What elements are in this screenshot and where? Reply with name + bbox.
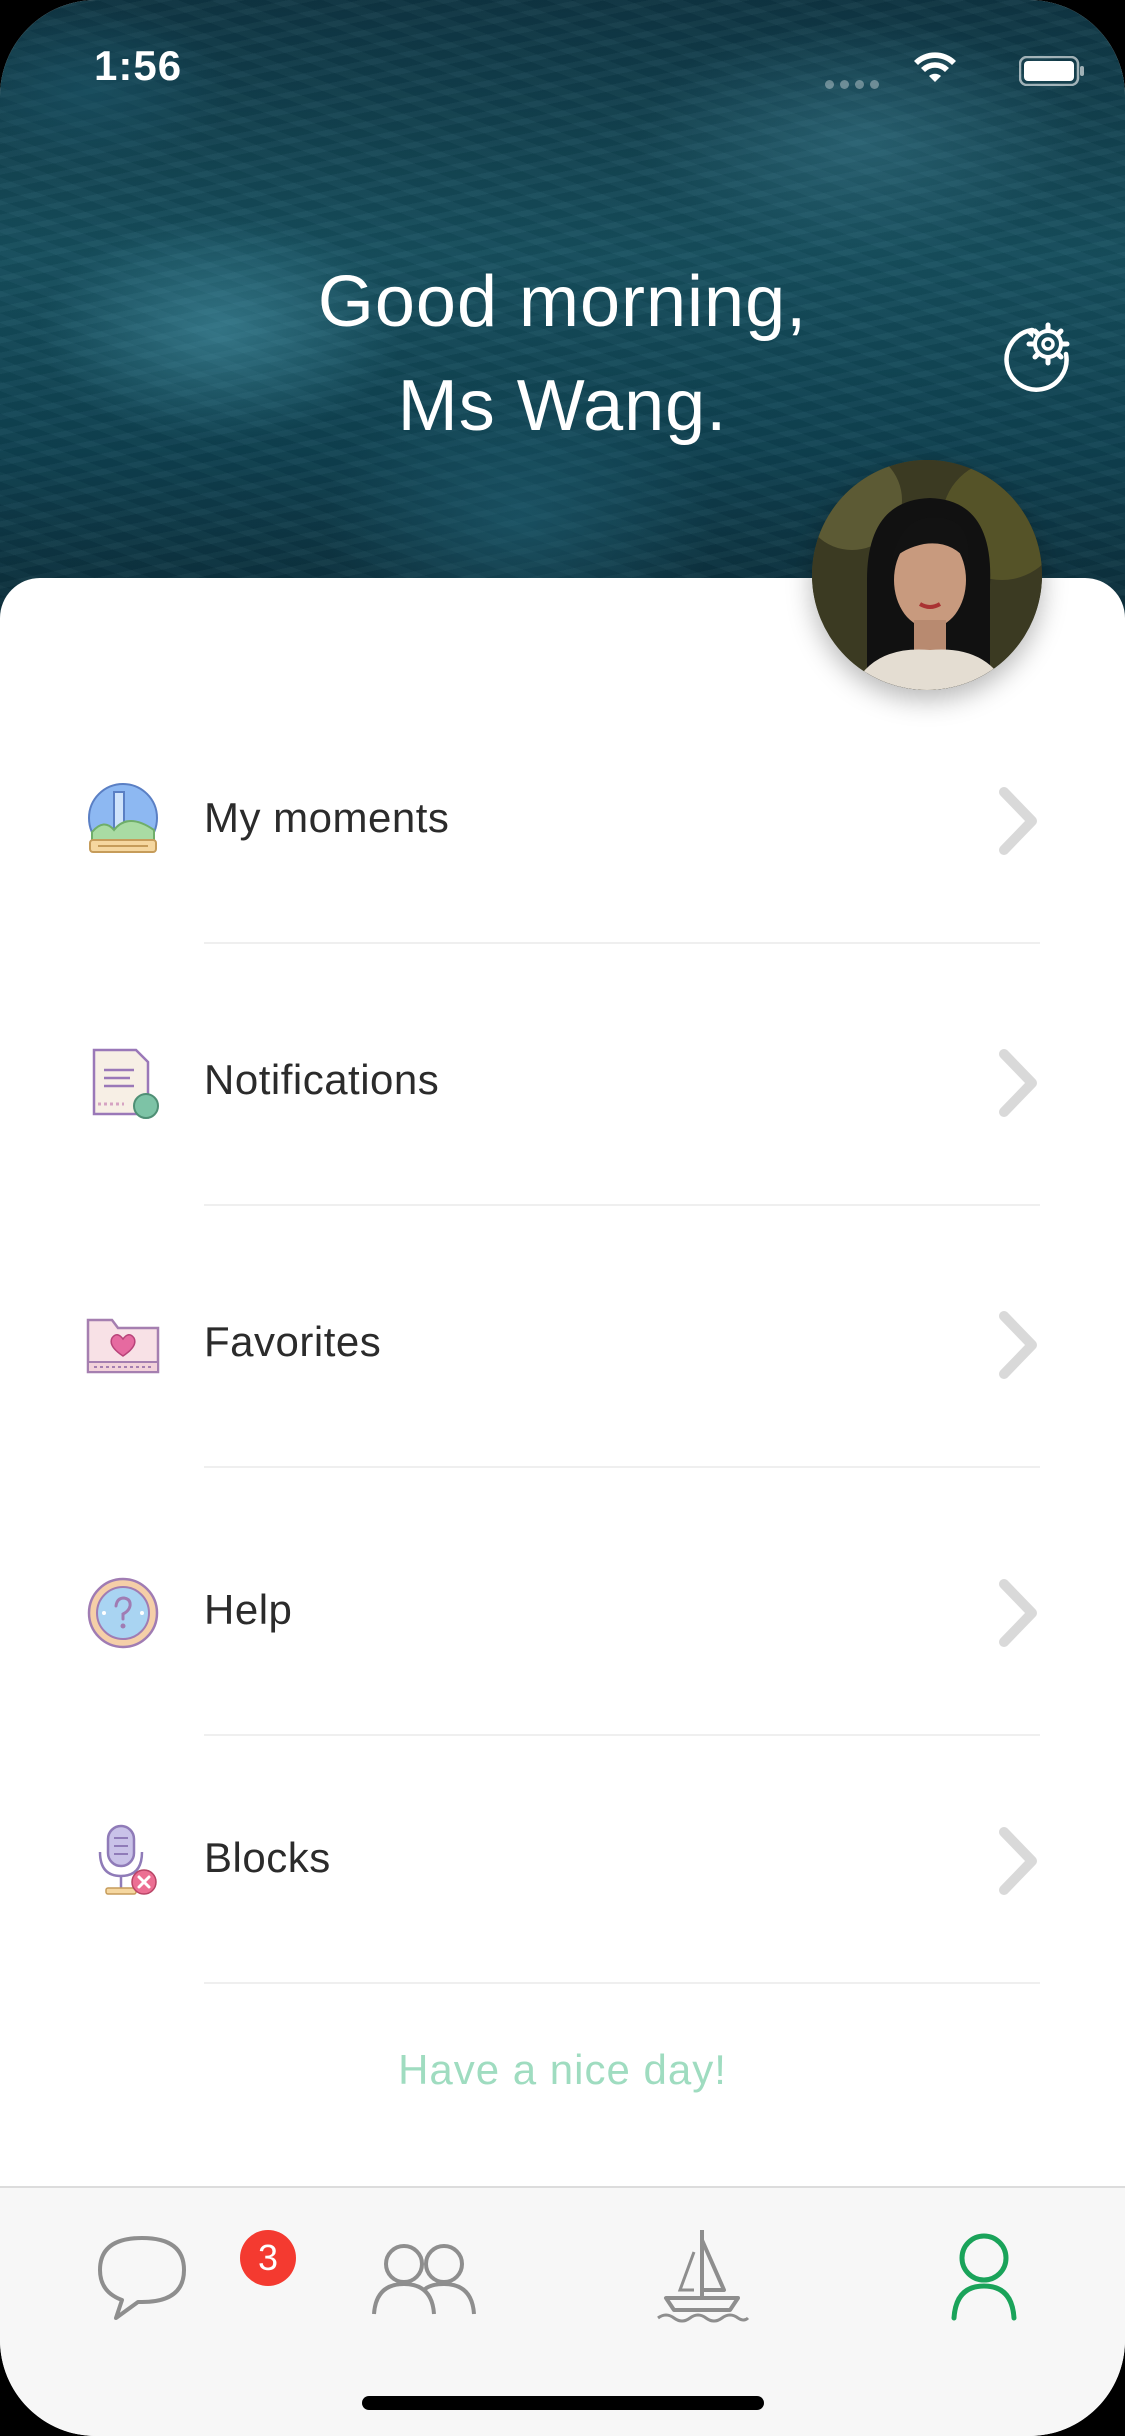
menu-item-my-moments[interactable]: My moments [0,682,1125,944]
avatar[interactable] [812,460,1042,690]
status-time: 1:56 [94,42,183,89]
battery-icon [1019,56,1084,86]
person-icon [951,2233,1017,2321]
menu-item-label: Help [204,1586,293,1633]
menu-item-label: Favorites [204,1318,382,1365]
tab-contacts[interactable] [352,2218,492,2328]
menu-item-blocks[interactable]: Blocks [0,1722,1125,1984]
tab-messages[interactable]: 3 [72,2218,296,2328]
sailboat-icon [657,2230,750,2323]
menu-item-label: Notifications [204,1056,440,1103]
wifi-icon [914,52,956,82]
chevron-right-icon [999,1827,1037,1895]
signal-icon [825,76,885,89]
chevron-right-icon [999,787,1037,855]
microphone-block-icon [98,1824,157,1895]
tab-discover[interactable] [632,2218,772,2328]
divider [204,1466,1040,1468]
greeting-line-2: Ms Wang. [397,366,728,446]
menu-item-notifications[interactable]: Notifications [0,944,1125,1206]
phone-screen: 1:56 Good morning, Ms Wang. My moments N… [0,0,1125,2436]
menu-item-favorites[interactable]: Favorites [0,1206,1125,1468]
question-compass-icon [87,1577,159,1649]
menu-item-label: Blocks [204,1834,331,1881]
document-notification-icon [92,1048,159,1119]
footer-note: Have a nice day! [398,2046,727,2093]
divider [204,1982,1040,1984]
greeting: Good morning, Ms Wang. [0,250,1125,458]
moments-globe-icon [88,783,158,853]
greeting-line-1: Good morning, [317,262,808,342]
people-icon [372,2244,476,2315]
chat-bubble-icon [98,2236,186,2320]
menu-item-label: My moments [204,794,450,841]
menu-item-help[interactable]: Help [0,1474,1125,1736]
settings-gear-icon[interactable] [996,322,1076,402]
heart-folder-icon [86,1318,160,1374]
unread-badge: 3 [240,2230,296,2286]
tab-me[interactable] [914,2218,1054,2328]
avatar-photo [812,460,1042,690]
home-indicator[interactable] [362,2396,764,2410]
status-icons [805,50,1085,90]
chevron-right-icon [999,1049,1037,1117]
chevron-right-icon [999,1311,1037,1379]
chevron-right-icon [999,1579,1037,1647]
